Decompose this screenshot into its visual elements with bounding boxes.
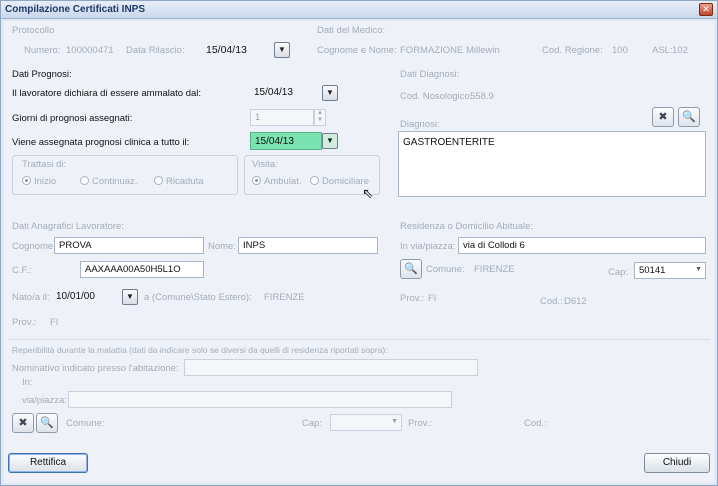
radio-domiciliare[interactable]: Domiciliare [310, 176, 369, 187]
anagrafica-label: Dati Anagrafici Lavoratore: [12, 221, 124, 232]
numero-value: 100000471 [66, 45, 114, 56]
clinica-label: Viene assegnata prognosi clinica a tutto… [12, 137, 190, 148]
nato-date-field[interactable]: 10/01/00 [52, 288, 99, 306]
residenza-label: Residenza o Domicilio Abituale: [400, 221, 534, 232]
medico-cognome-value: FORMAZIONE Millewin [400, 45, 500, 56]
giorni-label: Giorni di prognosi assegnati: [12, 113, 133, 124]
nome-label: Nome: [208, 241, 236, 252]
chevron-down-icon: ▼ [391, 418, 398, 425]
rep-comune-label: Comune: [66, 418, 105, 429]
comune-label: Comune: [426, 264, 465, 275]
prognosi-label: Dati Prognosi: [12, 69, 72, 80]
chiudi-button[interactable]: Chiudi [644, 453, 710, 473]
close-icon[interactable]: ✕ [699, 3, 713, 16]
form-body: Protocollo Numero: 100000471 Data Rilasc… [4, 21, 714, 483]
calendar-dropdown-icon[interactable]: ▼ [274, 42, 290, 58]
rep-cap-select[interactable]: ▼ [330, 414, 402, 431]
ammalato-field[interactable]: 15/04/13 [250, 84, 297, 102]
nominativo-input[interactable] [184, 359, 478, 376]
prov-value: FI [50, 317, 59, 328]
res-prov-label: Prov.: [400, 293, 425, 304]
regione-value: 100 [612, 45, 628, 56]
medico-label: Dati del Medico: [317, 25, 386, 36]
medico-cognome-label: Cognome e Nome: [317, 45, 397, 56]
cap-value: 50141 [639, 265, 666, 276]
cap-label: Cap: [608, 267, 629, 278]
radio-inizio[interactable]: Inizio [22, 176, 56, 187]
radio-ambulat[interactable]: Ambulat. [252, 176, 302, 187]
chevron-down-icon: ▼ [695, 266, 702, 273]
nominativo-label: Nominativo indicato presso l'abitazione: [12, 363, 179, 374]
clinica-date-field[interactable]: 15/04/13 [250, 132, 322, 150]
rep-cod-label: Cod.: [524, 418, 547, 429]
nosologico-value: 558.9 [470, 91, 494, 102]
diagnosi-text: GASTROENTERITE [403, 137, 495, 148]
cognome-input[interactable]: PROVA [54, 237, 204, 254]
via-input[interactable]: via di Collodi 6 [458, 237, 706, 254]
calendar-dropdown-icon[interactable]: ▼ [122, 289, 138, 305]
mouse-cursor-icon: ⇖ [362, 185, 374, 201]
rep-prov-label: Prov.: [408, 418, 433, 429]
diagnosi-label: Diagnosi: [400, 119, 440, 130]
via-label: In via/piazza: [400, 241, 456, 252]
giorni-input[interactable]: 1 [250, 109, 314, 126]
radio-ricaduta[interactable]: Ricaduta [154, 176, 204, 187]
res-cod-label: Cod.: [540, 296, 563, 307]
regione-label: Cod. Regione: [542, 45, 603, 56]
comune-nascita-value: FIRENZE [264, 292, 305, 303]
nosologico-label: Cod. Nosologico: [400, 91, 473, 102]
cap-select[interactable]: 50141 ▼ [634, 262, 706, 279]
cognome-label: Cognome: [12, 241, 56, 252]
numero-label: Numero: [24, 45, 61, 56]
radio-continuaz[interactable]: Continuaz. [80, 176, 137, 187]
res-prov-value: FI [428, 293, 437, 304]
rettifica-button[interactable]: Rettifica [8, 453, 88, 473]
title-bar: Compilazione Certificati INPS ✕ [1, 1, 717, 19]
ammalato-label: Il lavoratore dichiara di essere ammalat… [12, 88, 202, 99]
trattasi-label: Trattasi di: [22, 159, 66, 170]
eraser-icon[interactable]: ✖ [652, 107, 674, 127]
protocollo-label: Protocollo [12, 25, 55, 36]
calendar-dropdown-icon[interactable]: ▼ [322, 133, 338, 149]
search-icon[interactable]: 🔍 [678, 107, 700, 127]
cf-label: C.F.: [12, 265, 32, 276]
asl-value: 102 [672, 45, 688, 56]
prov-label: Prov.: [12, 317, 37, 328]
rep-via-label: via/piazza: [22, 395, 67, 406]
data-rilascio-field[interactable]: 15/04/13 [202, 41, 251, 59]
rep-cap-label: Cap: [302, 418, 323, 429]
certificati-window: Compilazione Certificati INPS ✕ Protocol… [0, 0, 718, 486]
window-title: Compilazione Certificati INPS [5, 4, 146, 15]
nato-label: Nato/a il: [12, 292, 50, 303]
data-rilascio-label: Data Rilascio: [126, 45, 185, 56]
cf-input[interactable]: AAXAAA00A50H5L1O [80, 261, 204, 278]
eraser-icon[interactable]: ✖ [12, 413, 34, 433]
asl-label: ASL: [652, 45, 673, 56]
giorni-spinner[interactable]: ▲ ▼ [314, 109, 326, 126]
comune-nascita-label: a (Comune\Stato Estero): [144, 292, 252, 303]
diagnosi-textarea[interactable]: GASTROENTERITE [398, 131, 706, 197]
nome-input[interactable]: INPS [238, 237, 378, 254]
in-label: In: [22, 377, 33, 388]
search-icon[interactable]: 🔍 [36, 413, 58, 433]
reperibilita-header: Reperibilità durante la malattia (dati d… [12, 345, 388, 355]
search-icon[interactable]: 🔍 [400, 259, 422, 279]
calendar-dropdown-icon[interactable]: ▼ [322, 85, 338, 101]
comune-value: FIRENZE [474, 264, 515, 275]
visita-label: Visita: [252, 159, 278, 170]
divider [8, 339, 710, 340]
diagnosi-group-label: Dati Diagnosi: [400, 69, 460, 80]
res-cod-value: D612 [564, 296, 587, 307]
rep-via-input[interactable] [68, 391, 452, 408]
